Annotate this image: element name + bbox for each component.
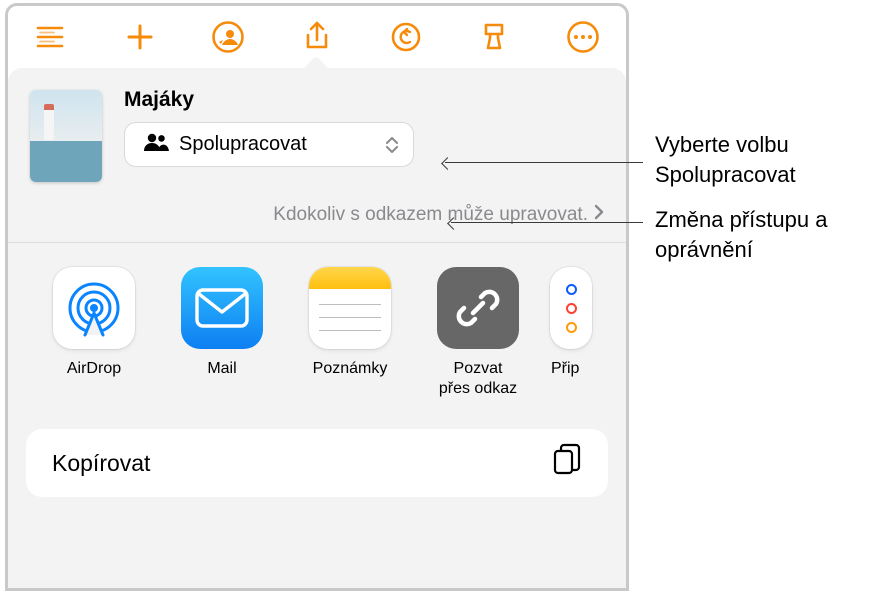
- link-icon: [437, 267, 519, 349]
- undo-icon[interactable]: [389, 20, 423, 54]
- share-target-label: AirDrop: [67, 359, 121, 379]
- access-permissions-row[interactable]: Kdokoliv s odkazem může upravovat.: [8, 192, 626, 242]
- share-target-label: Poznámky: [313, 359, 388, 379]
- more-icon[interactable]: [566, 20, 600, 54]
- share-target-label: Pozvat přes odkaz: [439, 359, 517, 399]
- callout-access: Změna přístupu a oprávnění: [655, 205, 890, 264]
- document-title: Majáky: [124, 88, 604, 112]
- format-brush-icon[interactable]: [477, 20, 511, 54]
- collaborate-mode-label: Spolupracovat: [169, 133, 383, 156]
- copy-label: Kopírovat: [52, 450, 150, 477]
- outline-icon[interactable]: [34, 20, 68, 54]
- notes-icon: [309, 267, 391, 349]
- share-target-notes[interactable]: Poznámky: [286, 267, 414, 399]
- share-popover: Majáky Spolupracovat Kdokoliv s odkazem …: [8, 68, 626, 588]
- callout-collaborate: Vyberte volbu Spolupracovat: [655, 130, 885, 189]
- callout-leader: [445, 162, 643, 163]
- document-thumbnail: [30, 90, 102, 182]
- overflow-app-icon: [550, 267, 592, 349]
- share-targets-row: AirDrop Mail Poznámky: [8, 243, 626, 411]
- share-target-invite-link[interactable]: Pozvat přes odkaz: [414, 267, 542, 399]
- share-sheet-panel: Majáky Spolupracovat Kdokoliv s odkazem …: [5, 3, 629, 591]
- collaborate-mode-button[interactable]: Spolupracovat: [124, 122, 414, 167]
- share-target-label: Přip: [551, 359, 591, 379]
- callout-leader: [451, 222, 643, 223]
- collaborate-person-icon[interactable]: [211, 20, 245, 54]
- copy-action-row[interactable]: Kopírovat: [26, 429, 608, 497]
- share-target-label: Mail: [207, 359, 236, 379]
- chevron-updown-icon: [383, 137, 401, 153]
- people-icon: [143, 132, 169, 157]
- add-icon[interactable]: [123, 20, 157, 54]
- airdrop-icon: [53, 267, 135, 349]
- share-target-airdrop[interactable]: AirDrop: [30, 267, 158, 399]
- copy-icon: [552, 443, 582, 483]
- share-icon[interactable]: [300, 20, 334, 54]
- share-target-mail[interactable]: Mail: [158, 267, 286, 399]
- mail-icon: [181, 267, 263, 349]
- popover-caret: [304, 56, 328, 68]
- share-target-overflow[interactable]: Přip: [542, 267, 600, 399]
